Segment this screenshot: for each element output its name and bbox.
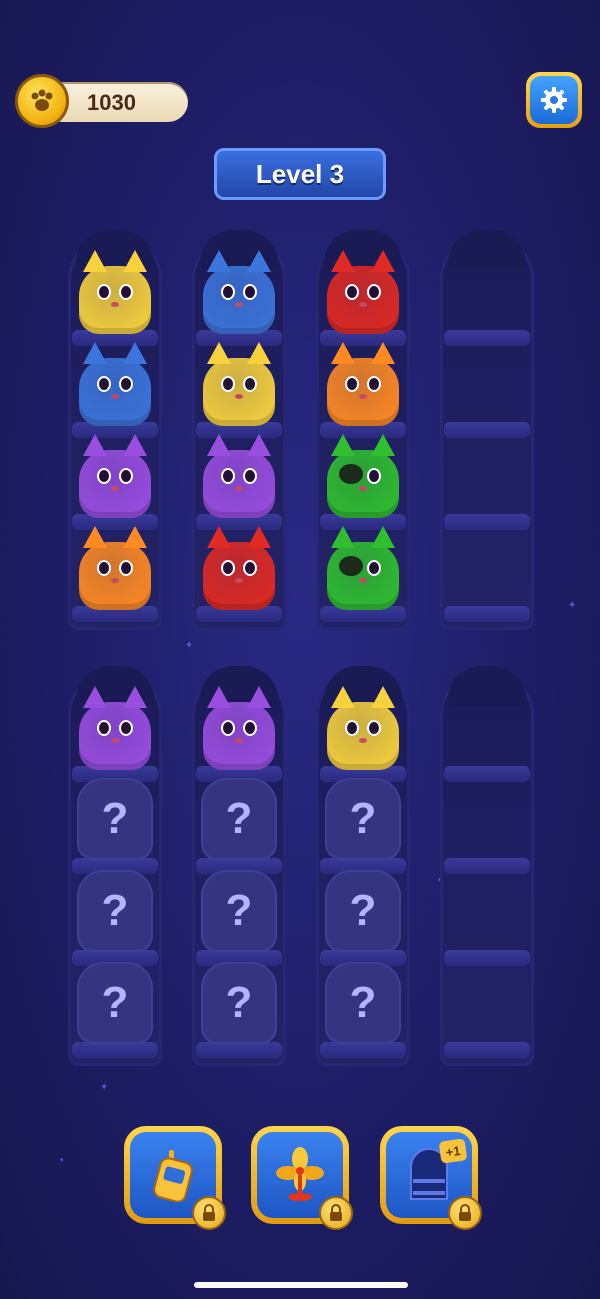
question-mark-icon: ? [101,978,129,1027]
home-indicator[interactable] [194,1282,408,1288]
green-eyepatch-cat[interactable] [321,522,405,610]
tube-slot: ? [197,958,281,1046]
tube-slot [321,338,405,426]
tube-r1-c3[interactable] [316,230,410,630]
star-decoration: ✦ [568,600,577,611]
tube-slot [73,430,157,518]
purple-cat[interactable] [197,430,281,518]
settings-button[interactable] [526,72,582,128]
yellow-cat[interactable] [197,338,281,426]
tube-shelf [444,950,530,966]
tube-slot: ? [73,774,157,862]
tube-slot [321,682,405,770]
star-decoration: ✦ [100,1082,109,1093]
hidden-cat-slot: ? [77,870,153,952]
level-title: Level 3 [255,158,345,189]
hidden-cat-slot: ? [325,870,401,952]
tube-slot [73,338,157,426]
tube-slot: ? [197,866,281,954]
hidden-cat-slot: ? [325,778,401,860]
tube-shelf [444,766,530,782]
tube-slot: ? [197,774,281,862]
lock-icon [448,1196,482,1230]
orange-cat[interactable] [321,338,405,426]
question-mark-icon: ? [225,886,253,935]
question-mark-icon: ? [225,978,253,1027]
hidden-cat-slot: ? [201,778,277,860]
red-cat[interactable] [197,522,281,610]
tube-slot [73,246,157,334]
tube-shelf [444,330,530,346]
tube-slot [73,682,157,770]
tube-slot [73,522,157,610]
purple-cat[interactable] [73,430,157,518]
tube-top [448,666,526,706]
tube-slot: ? [321,866,405,954]
tube-slot [321,246,405,334]
paw-coin-icon [15,74,69,128]
hidden-cat-slot: ? [201,870,277,952]
tube-slot [197,246,281,334]
tube-slot [197,430,281,518]
fan-booster-button[interactable] [251,1126,353,1230]
orange-cat[interactable] [73,522,157,610]
level-banner: Level 3 [214,148,386,200]
tube-shelf [444,858,530,874]
question-mark-icon: ? [349,794,377,843]
tube-top [448,230,526,270]
tube-shelf [444,606,530,622]
tube-shelf [444,422,530,438]
extra-tube-booster-button[interactable]: +1 [380,1126,482,1230]
tube-slot [197,338,281,426]
star-decoration: ✦ [185,640,194,651]
walkie-talkie-icon [153,1150,193,1202]
lock-icon [192,1196,226,1230]
tube-shelf [444,1042,530,1058]
tube-slot: ? [73,958,157,1046]
green-eyepatch-cat[interactable] [321,430,405,518]
star-decoration: • [60,1155,64,1166]
hidden-cat-slot: ? [77,778,153,860]
tube-slot: ? [321,774,405,862]
tube-r2-c2[interactable]: ??? [192,666,286,1066]
tube-shelf [444,514,530,530]
eyepatch-icon [339,464,363,484]
question-mark-icon: ? [225,794,253,843]
hidden-cat-slot: ? [77,962,153,1044]
purple-cat[interactable] [73,682,157,770]
blue-cat[interactable] [197,246,281,334]
plus-one-badge: +1 [438,1138,468,1164]
blue-cat[interactable] [73,338,157,426]
hidden-cat-slot: ? [325,962,401,1044]
hidden-cat-slot: ? [201,962,277,1044]
tube-r1-c4[interactable] [440,230,534,630]
tube-slot [321,430,405,518]
coin-value: 1030 [87,90,136,115]
tube-slot [197,522,281,610]
eyepatch-icon [339,556,363,576]
tube-r2-c4[interactable] [440,666,534,1066]
lock-icon [319,1196,353,1230]
purple-cat[interactable] [197,682,281,770]
yellow-cat[interactable] [73,246,157,334]
tube-r1-c2[interactable] [192,230,286,630]
red-cat[interactable] [321,246,405,334]
tube-slot: ? [73,866,157,954]
walkie-talkie-booster-button[interactable] [124,1126,226,1230]
question-mark-icon: ? [349,886,377,935]
tube-r2-c1[interactable]: ??? [68,666,162,1066]
question-mark-icon: ? [101,794,129,843]
tube-r2-c3[interactable]: ??? [316,666,410,1066]
tube-slot: ? [321,958,405,1046]
yellow-cat[interactable] [321,682,405,770]
tube-slot [197,682,281,770]
question-mark-icon: ? [349,978,377,1027]
tube-slot [321,522,405,610]
question-mark-icon: ? [101,886,129,935]
tube-r1-c1[interactable] [68,230,162,630]
gear-icon [541,87,567,113]
fan-icon [276,1147,324,1201]
